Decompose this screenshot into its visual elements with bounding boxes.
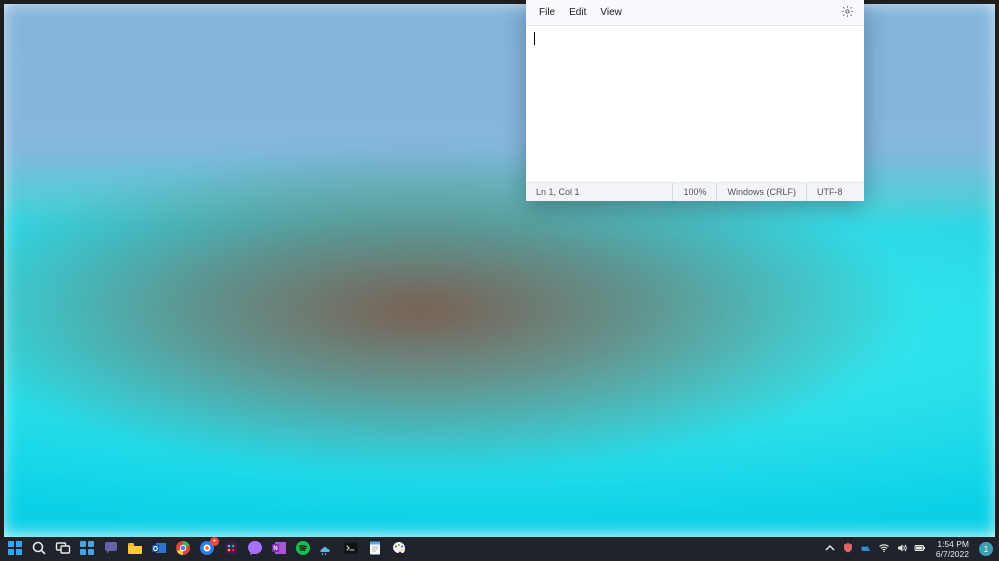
windows-icon bbox=[7, 540, 23, 558]
outlook-icon bbox=[151, 540, 167, 558]
messenger-icon bbox=[247, 540, 263, 558]
status-zoom[interactable]: 100% bbox=[672, 183, 716, 201]
notepad-window: File Edit View Ln 1, Col 1 100% Windows … bbox=[526, 0, 864, 201]
widgets-icon bbox=[79, 540, 95, 558]
menu-edit[interactable]: Edit bbox=[562, 3, 593, 22]
taskbar-pinned-apps: • N bbox=[6, 540, 408, 558]
taskbar-search[interactable] bbox=[30, 540, 48, 558]
cloud-icon bbox=[860, 542, 872, 556]
tray-overflow[interactable] bbox=[824, 543, 836, 555]
weather-icon bbox=[319, 540, 335, 558]
chevron-up-icon bbox=[824, 542, 836, 556]
badge: • bbox=[210, 537, 219, 546]
taskbar-file-explorer[interactable] bbox=[126, 540, 144, 558]
menubar: File Edit View bbox=[526, 0, 864, 26]
tray-wifi[interactable] bbox=[878, 543, 890, 555]
terminal-icon bbox=[343, 540, 359, 558]
volume-icon bbox=[896, 542, 908, 556]
text-caret bbox=[534, 32, 535, 45]
clock-time: 1:54 PM bbox=[936, 539, 969, 549]
start-button[interactable] bbox=[6, 540, 24, 558]
tray-volume[interactable] bbox=[896, 543, 908, 555]
tray-onedrive[interactable] bbox=[860, 543, 872, 555]
spotify-icon bbox=[295, 540, 311, 558]
taskbar-widgets[interactable] bbox=[78, 540, 96, 558]
settings-button[interactable] bbox=[836, 2, 858, 24]
status-eol[interactable]: Windows (CRLF) bbox=[716, 183, 806, 201]
taskbar-chat[interactable] bbox=[102, 540, 120, 558]
battery-icon bbox=[914, 542, 926, 556]
taskbar-onenote[interactable]: N bbox=[270, 540, 288, 558]
menu-view[interactable]: View bbox=[593, 3, 629, 22]
taskbar-paint[interactable] bbox=[390, 540, 408, 558]
svg-text:N: N bbox=[273, 546, 277, 552]
chat-icon bbox=[103, 540, 119, 558]
taskbar-weather[interactable] bbox=[318, 540, 336, 558]
notepad-icon bbox=[367, 540, 383, 558]
notifications-button[interactable]: 1 bbox=[979, 542, 993, 556]
tray-battery[interactable] bbox=[914, 543, 926, 555]
clock-date: 6/7/2022 bbox=[936, 549, 969, 559]
taskview-icon bbox=[55, 540, 71, 558]
statusbar: Ln 1, Col 1 100% Windows (CRLF) UTF-8 bbox=[526, 183, 864, 201]
taskbar-notepad[interactable] bbox=[366, 540, 384, 558]
taskbar-messenger[interactable] bbox=[246, 540, 264, 558]
shield-icon bbox=[842, 542, 854, 556]
status-cursor-pos: Ln 1, Col 1 bbox=[536, 183, 672, 201]
notification-count: 1 bbox=[984, 545, 988, 554]
taskbar: • N bbox=[0, 537, 999, 561]
taskbar-outlook[interactable] bbox=[150, 540, 168, 558]
chrome-icon bbox=[175, 540, 191, 558]
onenote-icon: N bbox=[271, 540, 287, 558]
taskbar-spotify[interactable] bbox=[294, 540, 312, 558]
status-encoding[interactable]: UTF-8 bbox=[806, 183, 854, 201]
text-editor[interactable] bbox=[526, 26, 864, 183]
search-icon bbox=[31, 540, 47, 558]
taskbar-slack[interactable] bbox=[222, 540, 240, 558]
taskbar-clock[interactable]: 1:54 PM 6/7/2022 bbox=[932, 539, 973, 559]
slack-icon bbox=[223, 540, 239, 558]
menu-file[interactable]: File bbox=[532, 3, 562, 22]
taskbar-taskview[interactable] bbox=[54, 540, 72, 558]
taskbar-chrome[interactable] bbox=[174, 540, 192, 558]
paint-icon bbox=[391, 540, 407, 558]
taskbar-terminal[interactable] bbox=[342, 540, 360, 558]
gear-icon bbox=[841, 5, 854, 21]
system-tray: 1:54 PM 6/7/2022 1 bbox=[824, 539, 993, 559]
wifi-icon bbox=[878, 542, 890, 556]
tray-security[interactable] bbox=[842, 543, 854, 555]
folder-icon bbox=[127, 540, 143, 558]
taskbar-copilot[interactable]: • bbox=[198, 540, 216, 558]
